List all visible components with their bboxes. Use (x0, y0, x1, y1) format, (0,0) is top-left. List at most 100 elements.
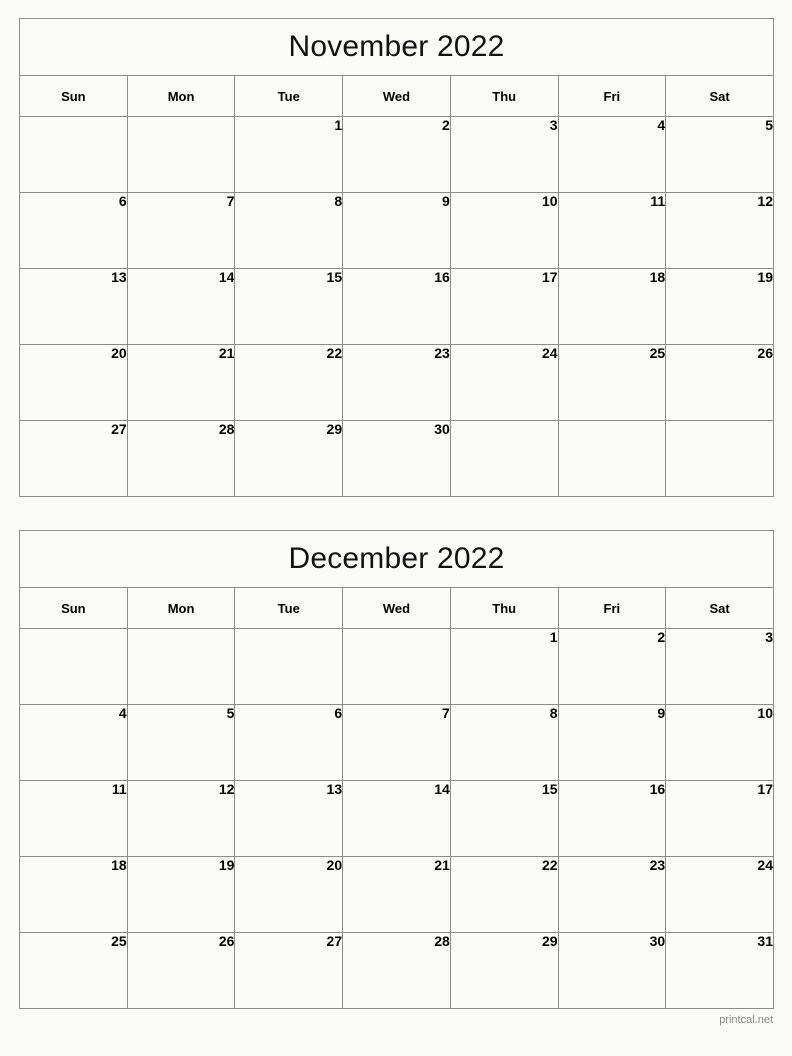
weekday-header-fri: Fri (557, 587, 667, 629)
day-cell[interactable] (19, 116, 128, 193)
day-cell[interactable]: 30 (557, 932, 667, 1009)
week-row: 11 12 13 14 15 16 17 (19, 780, 774, 857)
day-number: 24 (541, 345, 558, 361)
day-cell[interactable]: 28 (126, 420, 236, 497)
day-cell[interactable]: 15 (234, 268, 344, 345)
weekday-header-mon: Mon (126, 587, 236, 629)
month-title-cell: November 2022 (19, 18, 774, 76)
day-number: 17 (757, 781, 773, 797)
day-cell[interactable] (557, 420, 667, 497)
day-cell[interactable]: 6 (19, 192, 128, 269)
day-cell[interactable]: 18 (557, 268, 667, 345)
day-cell[interactable]: 1 (449, 628, 559, 705)
day-cell[interactable]: 17 (665, 780, 774, 857)
day-cell[interactable]: 8 (449, 704, 559, 781)
day-cell[interactable]: 24 (449, 344, 559, 421)
footer-credit[interactable]: printcal.net (19, 1009, 774, 1026)
day-cell[interactable]: 18 (19, 856, 128, 933)
day-cell[interactable] (19, 628, 128, 705)
day-cell[interactable]: 5 (126, 704, 236, 781)
day-cell[interactable]: 12 (126, 780, 236, 857)
day-cell[interactable]: 2 (342, 116, 451, 193)
day-cell[interactable] (665, 420, 774, 497)
day-cell[interactable]: 26 (126, 932, 236, 1009)
day-cell[interactable]: 9 (557, 704, 667, 781)
day-number: 14 (218, 269, 235, 285)
day-cell[interactable]: 7 (342, 704, 451, 781)
weekday-header-sun: Sun (19, 75, 128, 117)
day-cell[interactable]: 23 (342, 344, 451, 421)
day-cell[interactable]: 10 (449, 192, 559, 269)
day-cell[interactable]: 13 (234, 780, 344, 857)
day-number: 12 (757, 193, 773, 209)
day-cell[interactable]: 20 (19, 344, 128, 421)
day-cell[interactable]: 9 (342, 192, 451, 269)
day-number: 17 (541, 269, 558, 285)
day-cell[interactable]: 22 (234, 344, 344, 421)
day-cell[interactable]: 5 (665, 116, 774, 193)
day-number: 8 (334, 193, 343, 209)
day-cell[interactable]: 19 (126, 856, 236, 933)
calendar-november: November 2022 Sun Mon Tue Wed Thu Fri Sa… (19, 18, 774, 497)
weekday-header-wed: Wed (342, 587, 451, 629)
day-cell[interactable]: 7 (126, 192, 236, 269)
day-cell[interactable]: 8 (234, 192, 344, 269)
day-cell[interactable]: 14 (126, 268, 236, 345)
day-cell[interactable]: 25 (19, 932, 128, 1009)
day-cell[interactable]: 2 (557, 628, 667, 705)
day-cell[interactable] (126, 628, 236, 705)
day-cell[interactable]: 31 (665, 932, 774, 1009)
day-number: 25 (649, 345, 666, 361)
day-cell[interactable] (126, 116, 236, 193)
day-cell[interactable]: 16 (342, 268, 451, 345)
day-cell[interactable]: 4 (557, 116, 667, 193)
day-number: 13 (111, 269, 127, 285)
day-cell[interactable]: 11 (19, 780, 128, 857)
day-cell[interactable]: 22 (449, 856, 559, 933)
day-cell[interactable]: 3 (665, 628, 774, 705)
day-cell[interactable]: 30 (342, 420, 451, 497)
day-cell[interactable] (234, 628, 344, 705)
day-cell[interactable]: 12 (665, 192, 774, 269)
day-cell[interactable]: 11 (557, 192, 667, 269)
week-row: 13 14 15 16 17 18 19 (19, 268, 774, 345)
day-cell[interactable]: 16 (557, 780, 667, 857)
day-cell[interactable]: 28 (342, 932, 451, 1009)
day-number: 15 (326, 269, 343, 285)
day-cell[interactable]: 1 (234, 116, 344, 193)
day-number: 5 (226, 705, 235, 721)
day-cell[interactable]: 20 (234, 856, 344, 933)
day-cell[interactable]: 29 (449, 932, 559, 1009)
day-number: 30 (649, 933, 666, 949)
day-cell[interactable]: 26 (665, 344, 774, 421)
day-cell[interactable] (449, 420, 559, 497)
weekday-header-thu: Thu (449, 75, 559, 117)
day-cell[interactable]: 3 (449, 116, 559, 193)
day-cell[interactable]: 23 (557, 856, 667, 933)
day-cell[interactable]: 19 (665, 268, 774, 345)
day-number: 19 (757, 269, 773, 285)
day-cell[interactable]: 14 (342, 780, 451, 857)
day-cell[interactable]: 10 (665, 704, 774, 781)
day-cell[interactable]: 27 (234, 932, 344, 1009)
day-cell[interactable]: 29 (234, 420, 344, 497)
day-number: 6 (334, 705, 343, 721)
day-cell[interactable]: 13 (19, 268, 128, 345)
day-cell[interactable]: 27 (19, 420, 128, 497)
day-cell[interactable]: 25 (557, 344, 667, 421)
day-cell[interactable]: 4 (19, 704, 128, 781)
day-cell[interactable]: 21 (342, 856, 451, 933)
day-number: 20 (111, 345, 127, 361)
day-cell[interactable]: 17 (449, 268, 559, 345)
day-number: 10 (541, 193, 558, 209)
day-number: 23 (649, 857, 666, 873)
day-number: 25 (111, 933, 127, 949)
day-cell[interactable]: 24 (665, 856, 774, 933)
day-cell[interactable]: 15 (449, 780, 559, 857)
day-cell[interactable] (342, 628, 451, 705)
day-cell[interactable]: 21 (126, 344, 236, 421)
day-cell[interactable]: 6 (234, 704, 344, 781)
weekday-header-mon: Mon (126, 75, 236, 117)
week-row: 1 2 3 (19, 628, 774, 705)
day-number: 26 (218, 933, 235, 949)
